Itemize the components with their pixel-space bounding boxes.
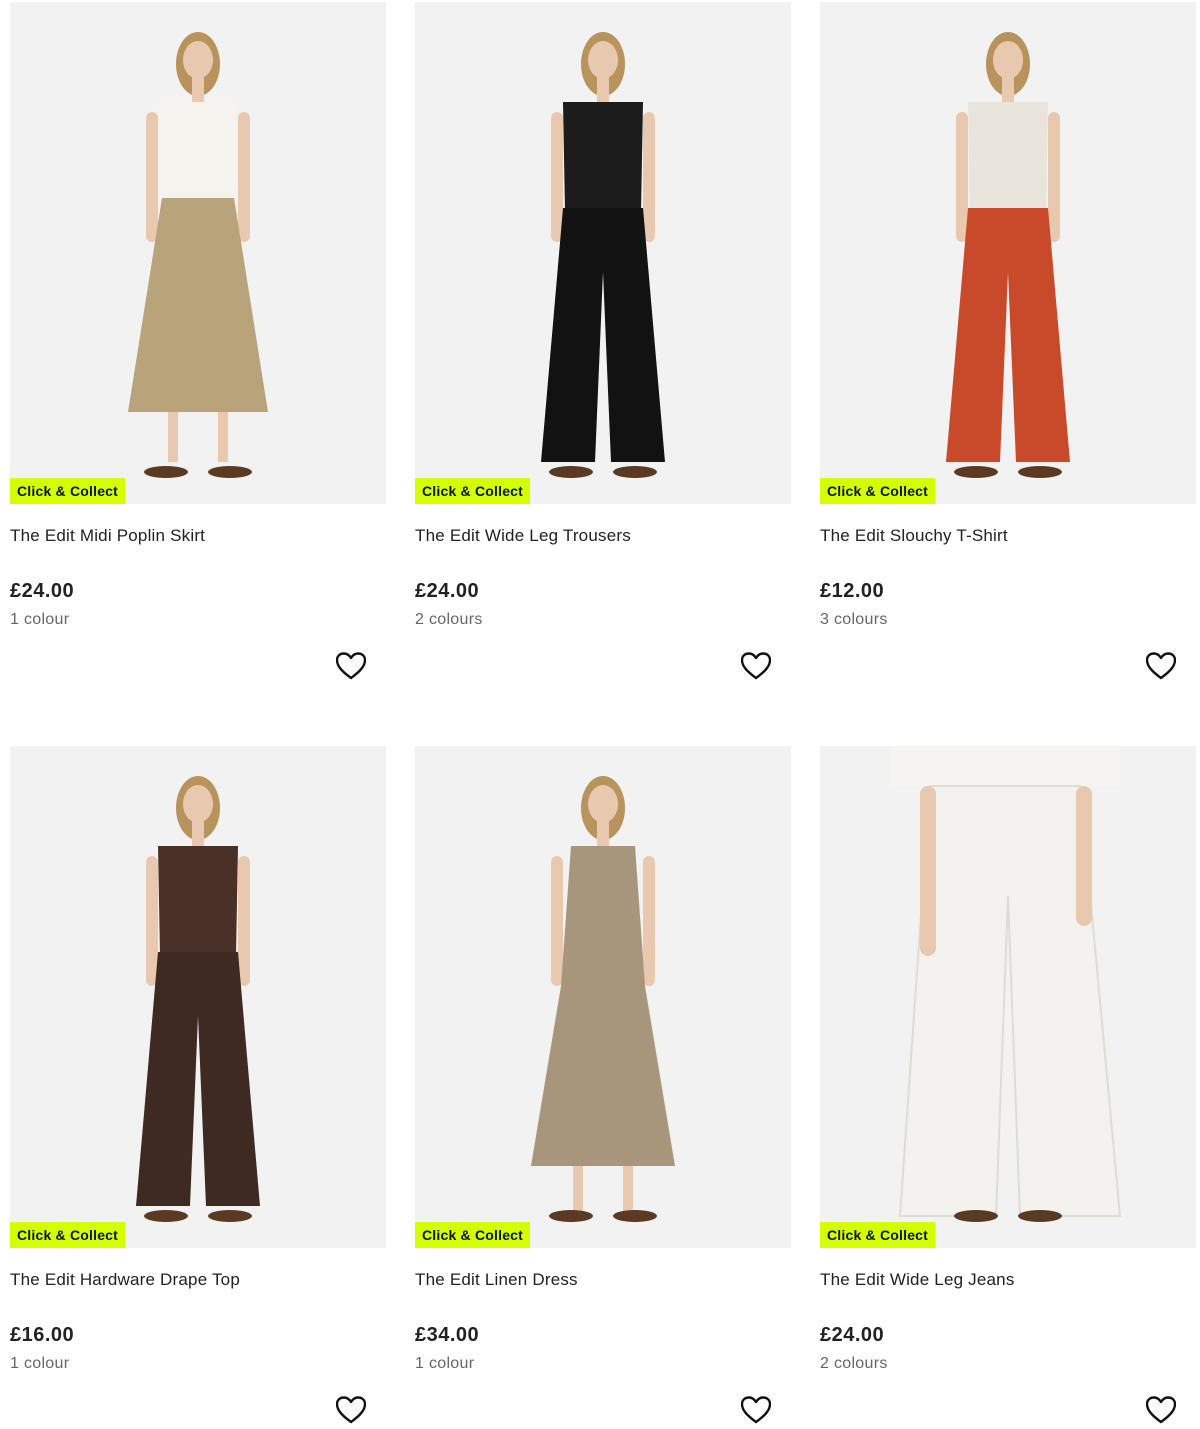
heart-icon <box>336 652 366 680</box>
product-grid: Click & Collect The Edit Midi Poplin Ski… <box>0 0 1200 1429</box>
product-title[interactable]: The Edit Hardware Drape Top <box>10 1270 240 1290</box>
product-price: £12.00 <box>820 580 885 602</box>
wishlist-button[interactable] <box>1145 650 1177 682</box>
click-collect-badge: Click & Collect <box>415 1222 531 1248</box>
model-illustration <box>531 776 675 1222</box>
model-illustration <box>946 32 1070 478</box>
wishlist-button[interactable] <box>335 1394 367 1426</box>
wishlist-button[interactable] <box>740 1394 772 1426</box>
model-illustration <box>890 746 1122 1222</box>
heart-icon <box>741 652 771 680</box>
heart-icon <box>741 1396 771 1424</box>
click-collect-badge: Click & Collect <box>820 1222 936 1248</box>
product-image[interactable]: Click & Collect <box>820 746 1196 1248</box>
click-collect-badge: Click & Collect <box>820 478 936 504</box>
product-price: £24.00 <box>415 580 480 602</box>
product-title[interactable]: The Edit Midi Poplin Skirt <box>10 526 205 546</box>
product-image[interactable]: Click & Collect <box>10 2 386 504</box>
heart-icon <box>336 1396 366 1424</box>
product-title[interactable]: The Edit Linen Dress <box>415 1270 578 1290</box>
model-illustration <box>541 32 665 478</box>
wishlist-button[interactable] <box>740 650 772 682</box>
product-image[interactable]: Click & Collect <box>10 746 386 1248</box>
product-image[interactable]: Click & Collect <box>820 2 1196 504</box>
product-price: £34.00 <box>415 1324 480 1346</box>
product-card[interactable]: Click & Collect The Edit Hardware Drape … <box>10 746 386 1429</box>
product-card[interactable]: Click & Collect The Edit Wide Leg Trouse… <box>415 2 791 702</box>
product-price: £24.00 <box>820 1324 885 1346</box>
product-colour-count: 2 colours <box>415 611 483 628</box>
product-card[interactable]: Click & Collect The Edit Wide Leg Jeans … <box>820 746 1196 1429</box>
product-title[interactable]: The Edit Wide Leg Jeans <box>820 1270 1015 1290</box>
product-card[interactable]: Click & Collect The Edit Slouchy T-Shirt… <box>820 2 1196 702</box>
product-image[interactable]: Click & Collect <box>415 746 791 1248</box>
product-colour-count: 1 colour <box>415 1355 475 1372</box>
click-collect-badge: Click & Collect <box>10 478 126 504</box>
product-price: £24.00 <box>10 580 75 602</box>
wishlist-button[interactable] <box>335 650 367 682</box>
click-collect-badge: Click & Collect <box>415 478 531 504</box>
product-colour-count: 1 colour <box>10 1355 70 1372</box>
model-illustration <box>128 32 268 478</box>
product-price: £16.00 <box>10 1324 75 1346</box>
product-image[interactable]: Click & Collect <box>415 2 791 504</box>
product-colour-count: 1 colour <box>10 611 70 628</box>
product-card[interactable]: Click & Collect The Edit Linen Dress £34… <box>415 746 791 1429</box>
product-title[interactable]: The Edit Wide Leg Trousers <box>415 526 631 546</box>
product-card[interactable]: Click & Collect The Edit Midi Poplin Ski… <box>10 2 386 702</box>
product-colour-count: 2 colours <box>820 1355 888 1372</box>
model-illustration <box>136 776 260 1222</box>
click-collect-badge: Click & Collect <box>10 1222 126 1248</box>
heart-icon <box>1146 1396 1176 1424</box>
product-title[interactable]: The Edit Slouchy T-Shirt <box>820 526 1008 546</box>
wishlist-button[interactable] <box>1145 1394 1177 1426</box>
heart-icon <box>1146 652 1176 680</box>
product-colour-count: 3 colours <box>820 611 888 628</box>
